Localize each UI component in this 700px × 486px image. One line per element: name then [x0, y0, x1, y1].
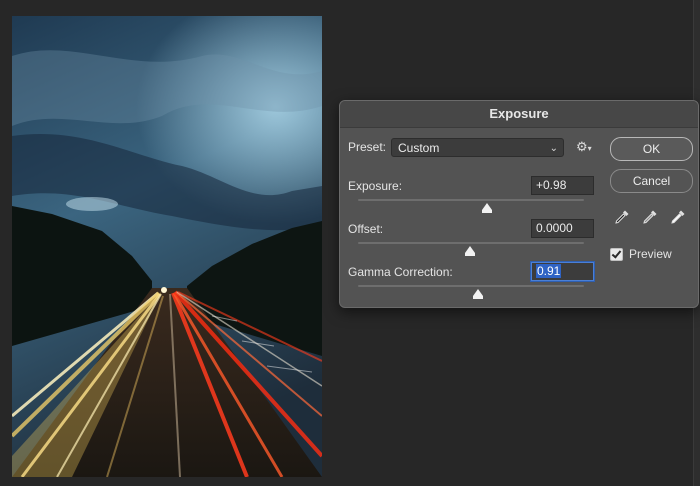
dialog-title: Exposure — [340, 101, 698, 128]
exposure-label: Exposure: — [348, 179, 403, 193]
cancel-button[interactable]: Cancel — [610, 169, 693, 193]
gamma-value: 0.91 — [536, 264, 562, 278]
gamma-slider-track[interactable] — [358, 285, 584, 287]
preview-checkbox[interactable] — [610, 248, 623, 261]
gray-point-eyedropper-icon[interactable] — [642, 209, 658, 225]
highway-night-photo — [12, 16, 322, 477]
offset-label: Offset: — [348, 222, 384, 236]
chevron-down-icon: ⌄ — [549, 143, 558, 154]
white-point-eyedropper-icon[interactable] — [670, 209, 686, 225]
preview-label[interactable]: Preview — [629, 247, 672, 261]
preset-value: Custom — [398, 141, 440, 155]
preset-label: Preset: — [348, 140, 387, 154]
photo-document[interactable] — [12, 16, 322, 477]
exposure-slider-track[interactable] — [358, 199, 584, 201]
exposure-slider-thumb[interactable] — [482, 203, 492, 213]
offset-input[interactable]: 0.0000 — [531, 219, 594, 238]
exposure-dialog: Exposure Preset: Custom ⌄ ⚙▾ Exposure: +… — [339, 100, 699, 308]
gear-icon[interactable]: ⚙▾ — [576, 140, 592, 156]
black-point-eyedropper-icon[interactable] — [614, 209, 630, 225]
exposure-input[interactable]: +0.98 — [531, 176, 594, 195]
preset-dropdown[interactable]: Custom ⌄ — [391, 138, 564, 157]
gamma-label: Gamma Correction: — [348, 265, 453, 279]
gamma-slider-thumb[interactable] — [473, 289, 483, 299]
ok-button[interactable]: OK — [610, 137, 693, 161]
offset-slider-track[interactable] — [358, 242, 584, 244]
offset-slider-thumb[interactable] — [465, 246, 475, 256]
gamma-input[interactable]: 0.91 — [531, 262, 594, 281]
